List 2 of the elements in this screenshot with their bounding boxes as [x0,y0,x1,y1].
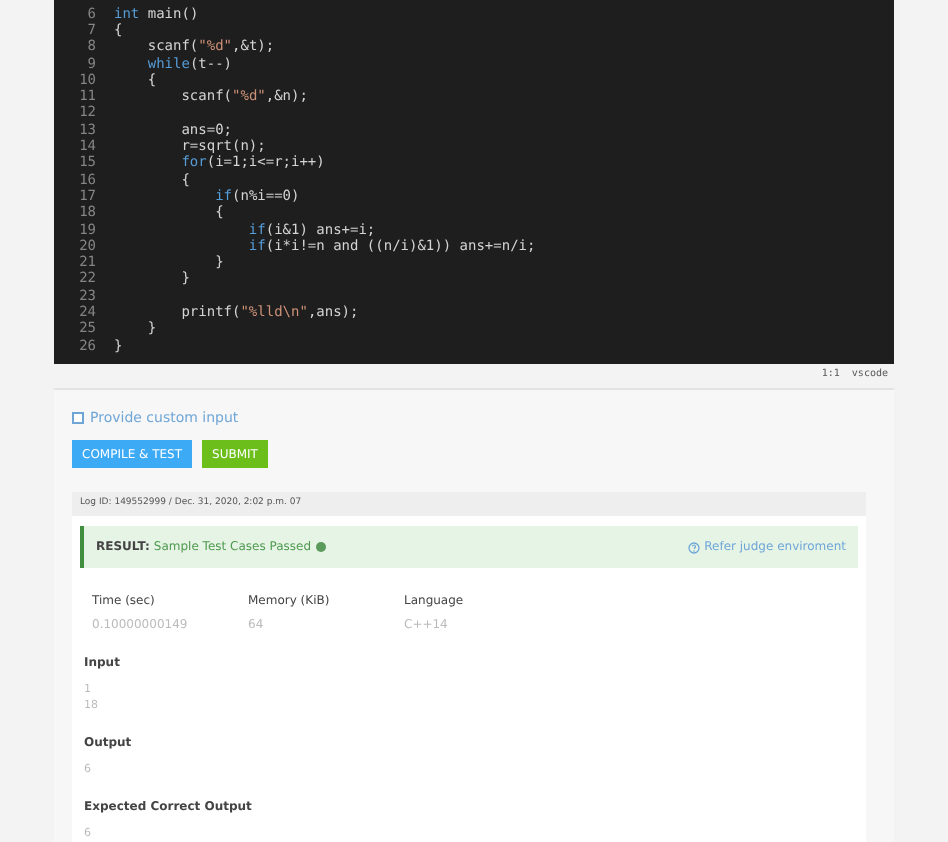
code-editor[interactable] [54,0,894,364]
question-icon [688,541,701,553]
